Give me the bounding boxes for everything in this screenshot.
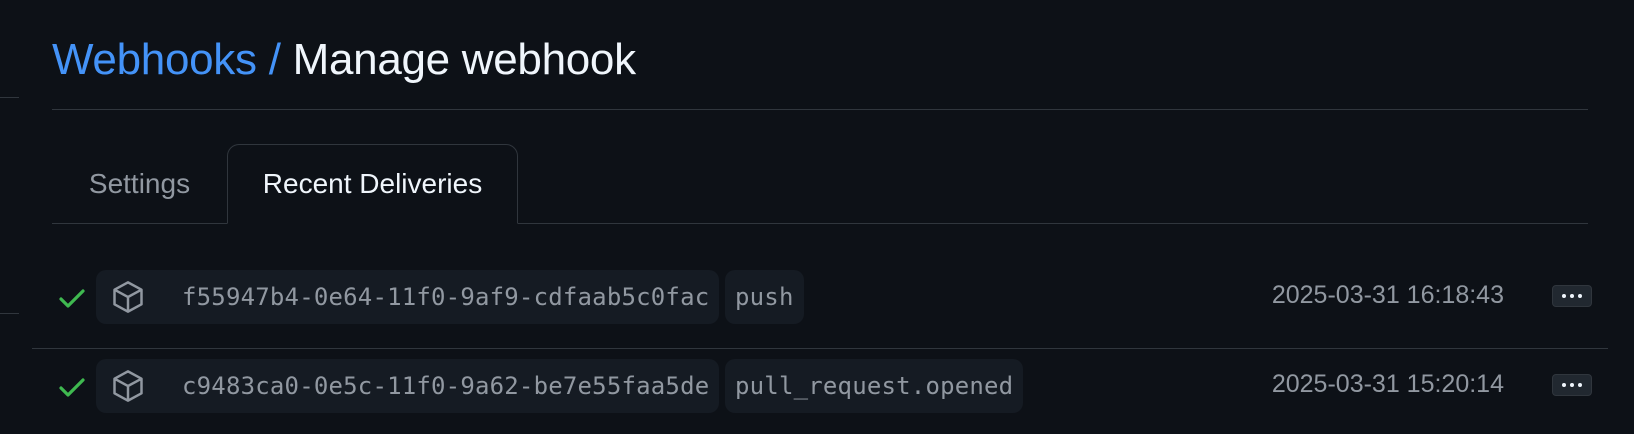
ellipsis-icon (1562, 383, 1566, 387)
side-divider (0, 97, 19, 98)
event-name: pull_request.opened (735, 372, 1014, 400)
event-name: push (735, 283, 794, 311)
breadcrumb-separator: / (268, 35, 281, 84)
ellipsis-dot (1570, 383, 1574, 387)
delivery-timestamp: 2025-03-31 15:20:14 (1271, 370, 1504, 398)
tab-settings[interactable]: Settings (52, 144, 227, 224)
delivery-guid: f55947b4-0e64-11f0-9af9-cdfaab5c0fac (182, 283, 710, 311)
deliveries-list: f55947b4-0e64-11f0-9af9-cdfaab5c0fac pus… (32, 260, 1608, 434)
package-icon (113, 281, 143, 313)
more-options-button[interactable] (1552, 374, 1592, 396)
manage-webhook-page: Webhooks / Manage webhook Settings Recen… (0, 0, 1634, 434)
delivery-row[interactable]: c9483ca0-0e5c-11f0-9a62-be7e55faa5de pul… (32, 349, 1608, 434)
delivery-row[interactable]: f55947b4-0e64-11f0-9af9-cdfaab5c0fac pus… (32, 260, 1608, 349)
page-title: Manage webhook (292, 35, 636, 84)
package-icon (113, 370, 143, 402)
ellipsis-dot (1578, 383, 1582, 387)
ellipsis-icon (1562, 294, 1566, 298)
tab-recent-deliveries[interactable]: Recent Deliveries (227, 144, 518, 224)
check-icon (59, 289, 85, 308)
delivery-guid-pill: c9483ca0-0e5c-11f0-9a62-be7e55faa5de (96, 359, 720, 413)
event-badge: push (725, 270, 804, 324)
breadcrumb-webhooks-link[interactable]: Webhooks (52, 28, 257, 92)
breadcrumb: Webhooks / Manage webhook (52, 28, 636, 92)
header-divider (52, 109, 1588, 110)
ellipsis-dot (1578, 294, 1582, 298)
side-divider (0, 313, 19, 314)
more-options-button[interactable] (1552, 285, 1592, 307)
delivery-guid-pill: f55947b4-0e64-11f0-9af9-cdfaab5c0fac (96, 270, 720, 324)
delivery-timestamp: 2025-03-31 16:18:43 (1271, 281, 1504, 309)
ellipsis-dot (1570, 294, 1574, 298)
tab-bar: Settings Recent Deliveries (52, 144, 1588, 224)
delivery-guid: c9483ca0-0e5c-11f0-9a62-be7e55faa5de (182, 372, 710, 400)
check-icon (59, 378, 85, 397)
event-badge: pull_request.opened (725, 359, 1024, 413)
